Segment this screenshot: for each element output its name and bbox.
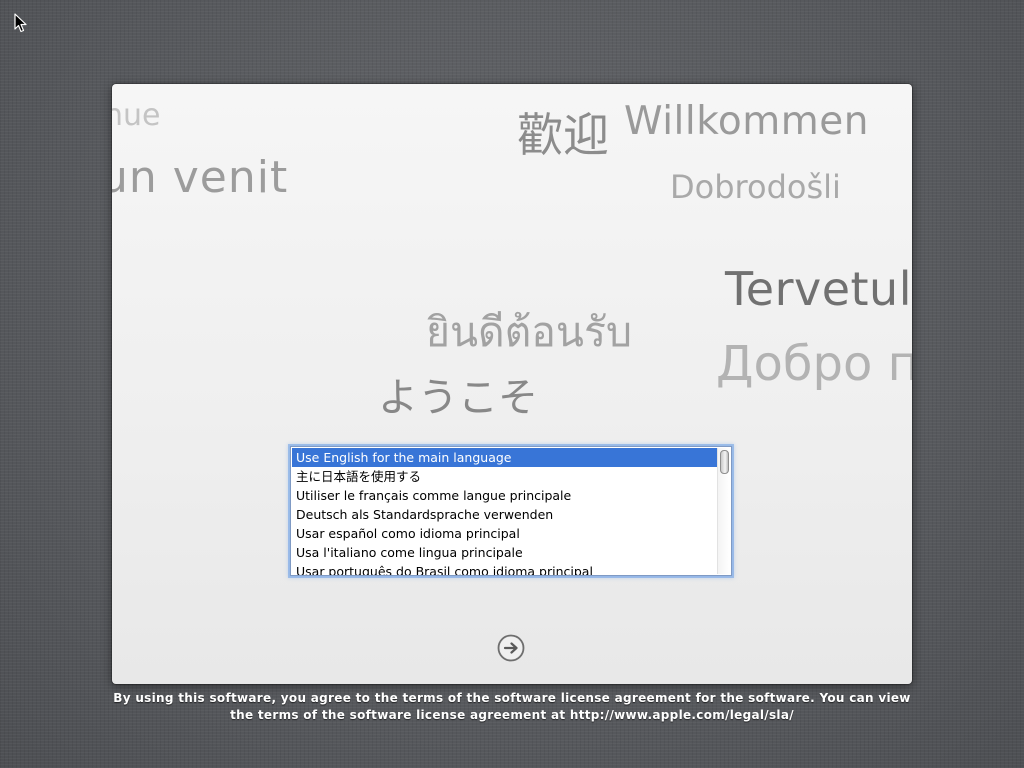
license-line-1: By using this software, you agree to the… — [113, 691, 911, 705]
welcome-word-russian: Добро п — [716, 336, 912, 392]
welcome-panel: nue un venit 歡迎 Willkommen Dobrodošli Te… — [112, 84, 912, 684]
language-list: Use English for the main language 主に日本語を… — [292, 448, 717, 575]
list-scrollbar[interactable] — [717, 448, 730, 574]
welcome-word-nue: nue — [112, 98, 161, 133]
welcome-word-romanian: un venit — [112, 152, 289, 203]
right-arrow-circle-icon — [497, 634, 525, 662]
language-option-portuguese-brazil[interactable]: Usar português do Brasil como idioma pri… — [292, 562, 717, 575]
welcome-word-croatian: Dobrodošli — [670, 168, 841, 206]
language-listbox[interactable]: Use English for the main language 主に日本語を… — [290, 446, 732, 576]
language-option-japanese[interactable]: 主に日本語を使用する — [292, 467, 717, 486]
welcome-word-japanese: ようこそ — [378, 375, 538, 421]
license-notice: By using this software, you agree to the… — [0, 690, 1024, 724]
scrollbar-thumb[interactable] — [720, 450, 729, 474]
welcome-word-german: Willkommen — [624, 99, 869, 144]
welcome-word-chinese: 歡迎 — [517, 108, 609, 162]
welcome-word-thai: ยินดีต้อนรับ — [426, 308, 633, 356]
license-line-2: the terms of the software license agreem… — [230, 708, 794, 722]
continue-arrow-button[interactable] — [497, 634, 525, 662]
mouse-cursor-icon — [14, 13, 27, 33]
language-option-italian[interactable]: Usa l'italiano come lingua principale — [292, 543, 717, 562]
welcome-word-finnish: Tervetul — [725, 262, 912, 316]
language-option-french[interactable]: Utiliser le français comme langue princi… — [292, 486, 717, 505]
language-option-german[interactable]: Deutsch als Standardsprache verwenden — [292, 505, 717, 524]
language-option-spanish[interactable]: Usar español como idioma principal — [292, 524, 717, 543]
language-option-english[interactable]: Use English for the main language — [292, 448, 717, 467]
